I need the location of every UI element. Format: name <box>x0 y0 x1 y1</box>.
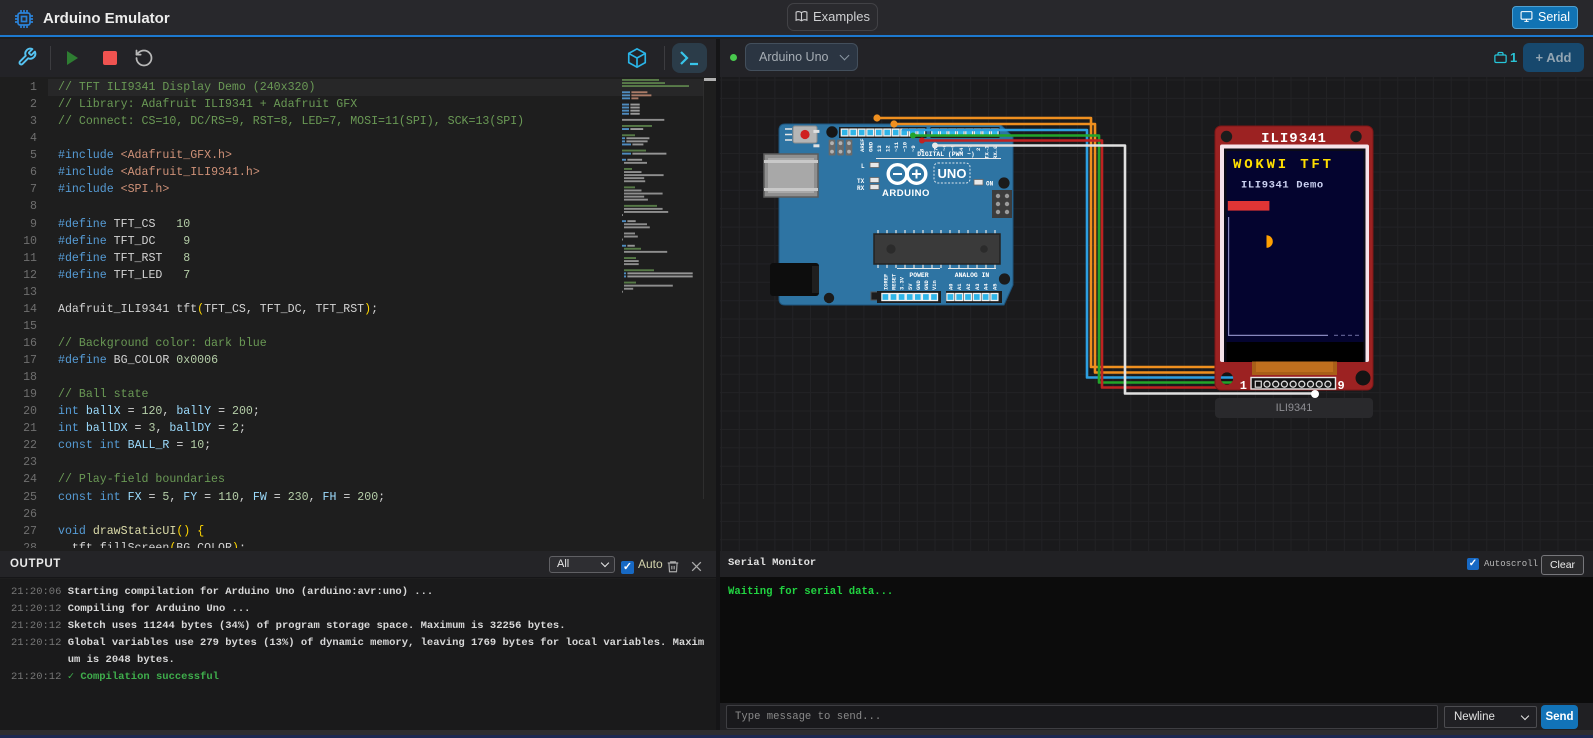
svg-text:9: 9 <box>1338 379 1345 393</box>
svg-text:ILI9341 Demo: ILI9341 Demo <box>1241 180 1324 192</box>
svg-text:1: 1 <box>1240 379 1247 393</box>
svg-text:WOKWI TFT: WOKWI TFT <box>1233 157 1334 173</box>
